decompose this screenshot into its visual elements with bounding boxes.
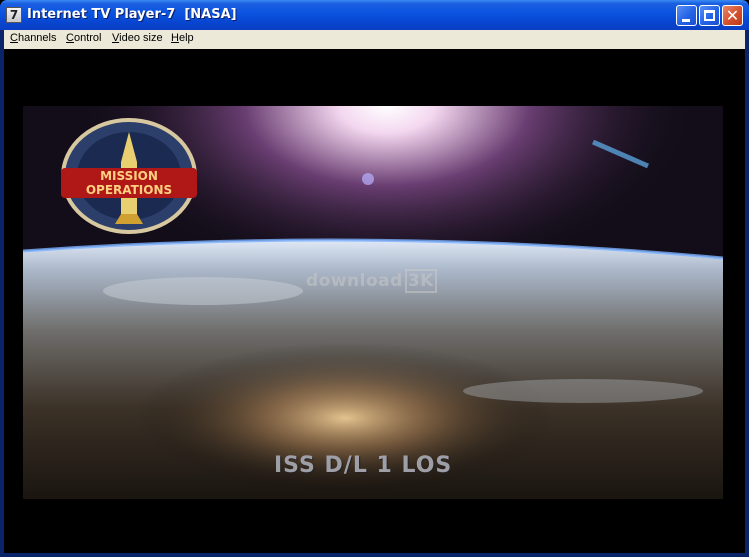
maximize-icon	[704, 10, 715, 21]
window-title: Internet TV Player-7 [NASA]	[27, 7, 237, 22]
menu-help-label: elp	[178, 32, 194, 44]
app-icon[interactable]: 7	[6, 7, 22, 23]
watermark-logo: 3K	[404, 269, 437, 293]
menu-help[interactable]: Help	[171, 32, 194, 44]
menu-channels-label: hannels	[17, 32, 57, 44]
menu-control[interactable]: Control	[66, 32, 101, 44]
video-frame[interactable]: MISSION OPERATIONS download 3K ISS D/L 1 …	[23, 106, 723, 499]
minimize-icon	[682, 19, 690, 22]
patch-label: MISSION OPERATIONS	[61, 168, 197, 198]
watermark-text: download	[306, 271, 403, 291]
close-button[interactable]: ✕	[722, 5, 743, 26]
maximize-button[interactable]	[699, 5, 720, 26]
menu-channels[interactable]: Channels	[10, 32, 57, 44]
menu-control-accel: C	[66, 32, 74, 44]
video-caption: ISS D/L 1 LOS	[274, 453, 453, 478]
minimize-button[interactable]	[676, 5, 697, 26]
menu-channels-accel: C	[10, 32, 18, 44]
menu-bar: Channels Control Video size Help	[4, 30, 745, 49]
player-area[interactable]: MISSION OPERATIONS download 3K ISS D/L 1 …	[4, 49, 745, 553]
menu-video-size[interactable]: Video size	[112, 32, 163, 44]
watermark: download 3K	[306, 269, 437, 293]
menu-control-label: ontrol	[73, 32, 102, 44]
app-window: 7 Internet TV Player-7 [NASA] ✕ Channels…	[0, 0, 749, 557]
close-icon: ✕	[725, 6, 740, 25]
title-bar[interactable]: 7 Internet TV Player-7 [NASA] ✕	[0, 0, 749, 30]
menu-help-accel: H	[171, 32, 179, 44]
menu-video-size-label: ideo size	[119, 32, 163, 44]
mission-operations-patch: MISSION OPERATIONS	[59, 118, 199, 234]
